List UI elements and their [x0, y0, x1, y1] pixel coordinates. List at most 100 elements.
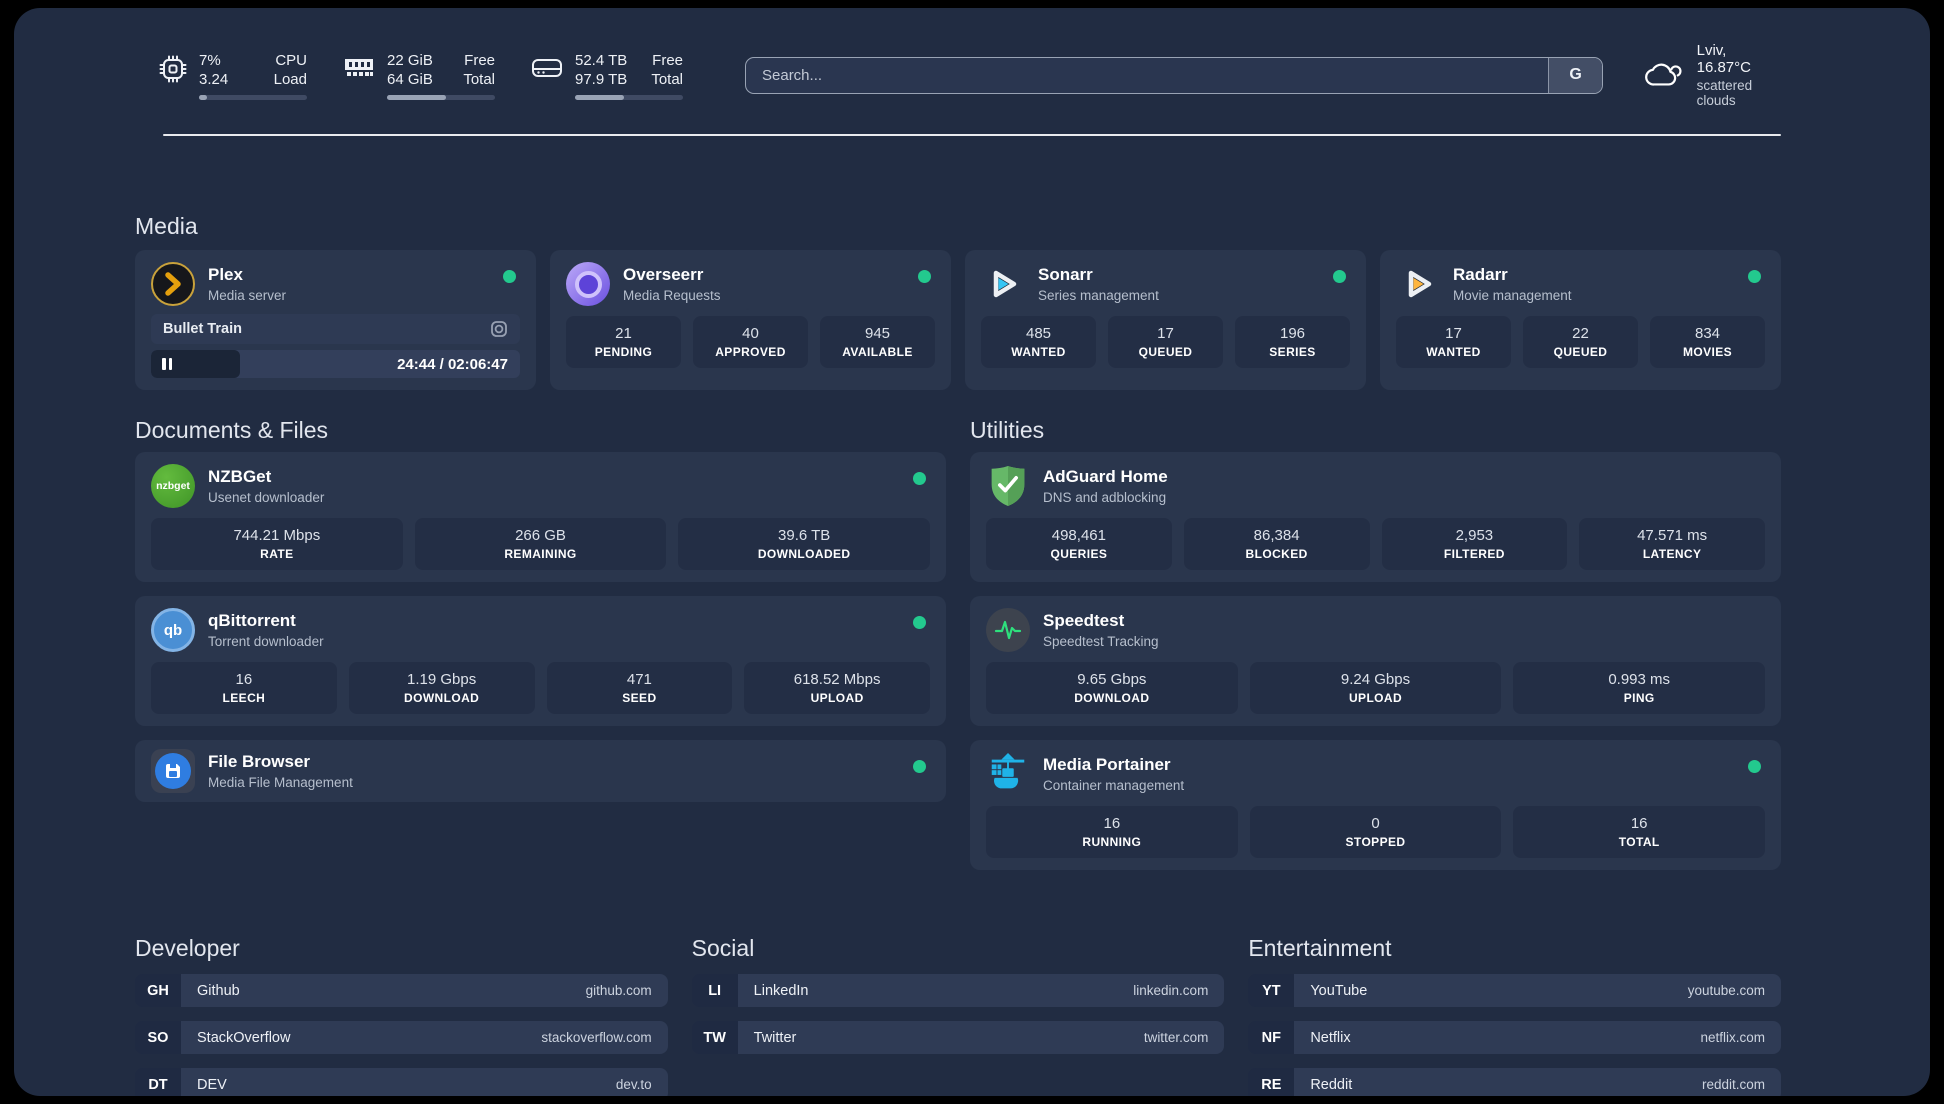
- status-dot: [913, 760, 926, 773]
- media-grid: Plex Media server Bullet Train 24:44 / 0…: [135, 250, 1781, 390]
- status-dot: [1333, 270, 1346, 283]
- stat-download: 9.65 Gbps DOWNLOAD: [986, 662, 1238, 714]
- speedtest-icon: [986, 608, 1030, 652]
- cpu-stat-widget: 7% CPU 3.24 Load: [159, 51, 307, 100]
- card-filebrowser[interactable]: File Browser Media File Management: [135, 740, 946, 802]
- stat-latency: 47.571 ms LATENCY: [1579, 518, 1765, 570]
- stat-queued: 17 QUEUED: [1108, 316, 1223, 368]
- link-tag: GH: [135, 974, 181, 1007]
- cloud-icon: [1645, 63, 1682, 86]
- link-tag: NF: [1248, 1021, 1295, 1054]
- link-github[interactable]: GH Github github.com: [135, 974, 668, 1007]
- weather-condition: scattered clouds: [1696, 78, 1753, 108]
- ram-icon: [345, 58, 373, 76]
- link-name: DEV: [197, 1076, 227, 1093]
- link-reddit[interactable]: RE Reddit reddit.com: [1248, 1068, 1781, 1096]
- stat-stopped: 0 STOPPED: [1249, 806, 1502, 858]
- link-name: Github: [197, 982, 240, 999]
- search-input[interactable]: [746, 66, 1549, 84]
- memory-stat-widget: 22 GiB Free 64 GiB Total: [343, 51, 495, 100]
- cpu-progress-fill: [199, 94, 207, 100]
- link-tag: DT: [135, 1068, 181, 1096]
- card-title: Overseerr: [623, 265, 704, 284]
- card-qbittorrent[interactable]: qb qBittorrent Torrent downloader 16 LEEC…: [135, 596, 946, 726]
- stat-available: 945 AVAILABLE: [820, 316, 935, 368]
- viewfinder-icon[interactable]: [490, 320, 508, 338]
- card-subtitle: Torrent downloader: [208, 634, 324, 649]
- link-youtube[interactable]: YT YouTube youtube.com: [1248, 974, 1781, 1007]
- link-tag: YT: [1248, 974, 1295, 1007]
- card-subtitle: Media File Management: [208, 775, 353, 790]
- pause-icon[interactable]: [162, 358, 172, 370]
- stat-wanted: 485 WANTED: [981, 316, 1096, 368]
- status-dot: [1748, 270, 1761, 283]
- weather-widget: Lviv, 16.87°C scattered clouds: [1643, 42, 1781, 108]
- stat-wanted: 17 WANTED: [1396, 316, 1511, 368]
- card-overseerr[interactable]: Overseerr Media Requests 21 PENDING 40 APP…: [550, 250, 951, 390]
- section-title-utilities: Utilities: [970, 417, 1045, 443]
- stat-upload: 9.24 Gbps UPLOAD: [1249, 662, 1502, 714]
- stat-queries: 498,461 QUERIES: [986, 518, 1172, 570]
- card-adguard[interactable]: AdGuard Home DNS and adblocking 498,461 Q…: [970, 452, 1781, 582]
- search-engine-button[interactable]: G: [1548, 57, 1603, 93]
- overseerr-icon: [566, 262, 610, 306]
- card-subtitle: Series management: [1038, 288, 1159, 303]
- status-dot: [913, 616, 926, 629]
- card-title: File Browser: [208, 752, 311, 771]
- disk-progress-fill: [575, 94, 624, 100]
- link-url: reddit.com: [1701, 1077, 1765, 1092]
- cpu-load-label: Load: [273, 70, 307, 88]
- card-portainer[interactable]: Media Portainer Container management 16 R…: [970, 740, 1781, 870]
- sonarr-icon: [981, 262, 1025, 306]
- developer-links-column: Developer GH Github github.com SO StackOv…: [135, 934, 668, 1096]
- cpu-icon: [159, 55, 187, 82]
- disk-free-label: Free: [652, 51, 683, 69]
- link-name: Twitter: [753, 1029, 797, 1046]
- cpu-percent: 7%: [199, 51, 221, 69]
- link-url: github.com: [585, 983, 652, 998]
- card-title: Speedtest: [1043, 611, 1125, 630]
- playback-progress-bar[interactable]: 24:44 / 02:06:47: [151, 350, 520, 378]
- card-subtitle: Movie management: [1453, 288, 1572, 303]
- stat-movies: 834 MOVIES: [1650, 316, 1765, 368]
- link-tag: TW: [691, 1021, 738, 1054]
- section-title-developer: Developer: [135, 935, 240, 961]
- dashboard-window: 7% CPU 3.24 Load 22 GiB Free 64 GiB Total: [14, 8, 1930, 1096]
- link-dev[interactable]: DT DEV dev.to: [135, 1068, 668, 1096]
- social-links-column: Social LI LinkedIn linkedin.com TW Twitte…: [691, 934, 1225, 1096]
- stat-upload: 618.52 Mbps UPLOAD: [744, 662, 930, 714]
- link-url: youtube.com: [1687, 983, 1765, 998]
- section-title-media: Media: [135, 213, 198, 239]
- card-title: Sonarr: [1038, 265, 1093, 284]
- filebrowser-icon: [151, 749, 195, 793]
- card-radarr[interactable]: Radarr Movie management 17 WANTED 22 QUEUE…: [1380, 250, 1781, 390]
- plex-icon: [151, 262, 195, 306]
- link-name: Netflix: [1310, 1029, 1351, 1046]
- link-tag: SO: [135, 1021, 181, 1054]
- link-tag: RE: [1248, 1068, 1295, 1096]
- status-dot: [1748, 760, 1761, 773]
- link-netflix[interactable]: NF Netflix netflix.com: [1248, 1021, 1781, 1054]
- entertainment-links-column: Entertainment YT YouTube youtube.com NF N…: [1248, 934, 1781, 1096]
- card-subtitle: Media server: [208, 288, 287, 303]
- card-title: AdGuard Home: [1043, 467, 1168, 486]
- link-twitter[interactable]: TW Twitter twitter.com: [691, 1021, 1225, 1054]
- link-tag: LI: [691, 974, 738, 1007]
- adguard-icon: [986, 464, 1030, 508]
- link-linkedin[interactable]: LI LinkedIn linkedin.com: [691, 974, 1225, 1007]
- status-dot: [918, 270, 931, 283]
- card-plex[interactable]: Plex Media server Bullet Train 24:44 / 0…: [135, 250, 536, 390]
- card-speedtest[interactable]: Speedtest Speedtest Tracking 9.65 Gbps DO…: [970, 596, 1781, 726]
- portainer-icon: [986, 752, 1030, 796]
- now-playing-row: Bullet Train: [151, 314, 520, 344]
- header: 7% CPU 3.24 Load 22 GiB Free 64 GiB Total: [135, 42, 1781, 108]
- card-subtitle: Speedtest Tracking: [1043, 634, 1159, 649]
- link-stackoverflow[interactable]: SO StackOverflow stackoverflow.com: [135, 1021, 668, 1054]
- link-url: twitter.com: [1143, 1030, 1209, 1045]
- link-url: dev.to: [615, 1077, 652, 1092]
- card-title: qBittorrent: [208, 611, 296, 630]
- card-nzbget[interactable]: nzbget NZBGet Usenet downloader 744.21 M…: [135, 452, 946, 582]
- card-sonarr[interactable]: Sonarr Series management 485 WANTED 17 QUE…: [965, 250, 1366, 390]
- cpu-load-value: 3.24: [199, 70, 229, 88]
- stat-running: 16 RUNNING: [986, 806, 1238, 858]
